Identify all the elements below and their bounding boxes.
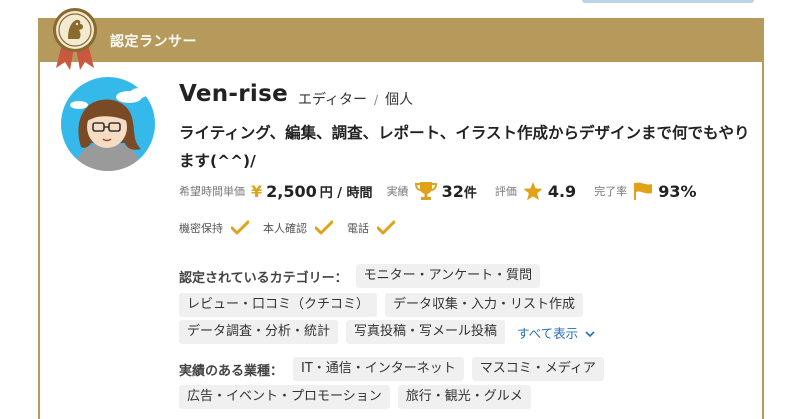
- check-label: 本人確認: [263, 222, 307, 235]
- category-tag[interactable]: データ収集・入力・リスト作成: [385, 293, 584, 317]
- check-confidentiality: 機密保持: [179, 220, 249, 236]
- rating-value: 4.9: [547, 181, 577, 201]
- completion-value: 93%: [658, 181, 697, 201]
- check-label: 電話: [347, 222, 369, 235]
- industry-tag[interactable]: 広告・イベント・プロモーション: [179, 385, 390, 409]
- category-tag[interactable]: データ調査・分析・統計: [179, 320, 339, 344]
- jobs-label: 実績: [386, 185, 409, 198]
- industry-tag[interactable]: 旅行・観光・グルメ: [397, 385, 531, 409]
- check-phone: 電話: [347, 220, 395, 236]
- jobs-unit: 件: [463, 185, 477, 201]
- category-tag[interactable]: 写真投稿・写メール投稿: [346, 320, 506, 344]
- rate-label: 希望時間単価: [179, 185, 245, 198]
- certified-badge-icon: [53, 8, 97, 70]
- industries-row-2: 広告・イベント・プロモーション 旅行・観光・グルメ: [179, 385, 539, 409]
- yen-icon: ¥: [251, 181, 263, 201]
- show-all-link[interactable]: すべて表示: [517, 323, 595, 342]
- profile-tagline: ライティング、編集、調査、レポート、イラスト作成からデザインまで何でもやります(…: [179, 124, 750, 170]
- star-icon: [523, 181, 543, 200]
- industries-row-1: 実績のある業種： IT・通信・インターネット マスコミ・メディア: [179, 357, 612, 381]
- role-separator: /: [374, 93, 379, 107]
- role-occupation: エディター: [298, 92, 368, 108]
- rate-value: 2,500: [266, 181, 317, 201]
- rate-unit: 円 / 時間: [319, 185, 373, 201]
- avatar: [61, 77, 155, 171]
- categories-row-3: データ調査・分析・統計 写真投稿・写メール投稿 すべて表示: [179, 320, 595, 344]
- check-icon: [377, 220, 395, 235]
- industry-tag[interactable]: IT・通信・インターネット: [293, 357, 464, 381]
- profile-role: エディター / 個人: [298, 89, 413, 109]
- show-all-label: すべて表示: [517, 325, 579, 341]
- industry-tag[interactable]: マスコミ・メディア: [471, 357, 604, 381]
- role-type: 個人: [385, 92, 414, 108]
- flag-icon: [634, 182, 653, 200]
- verification-row: 機密保持 本人確認 電話: [179, 220, 409, 236]
- rating-label: 評価: [494, 185, 517, 198]
- completion-label: 完了率: [594, 185, 628, 198]
- industries-label: 実績のある業種：: [179, 363, 284, 379]
- jobs-value: 32: [441, 181, 464, 201]
- categories-row-1: 認定されているカテゴリー： モニター・アンケート・質問: [179, 264, 548, 288]
- categories-row-2: レビュー・口コミ（クチコミ） データ収集・入力・リスト作成: [179, 293, 591, 317]
- category-tag[interactable]: レビュー・口コミ（クチコミ）: [179, 293, 378, 317]
- trophy-icon: [414, 182, 437, 200]
- category-tag[interactable]: モニター・アンケート・質問: [355, 264, 541, 288]
- categories-label: 認定されているカテゴリー：: [179, 270, 348, 286]
- stats-row: 希望時間単価 ¥ 2,500 円 / 時間 実績 32 件 評価 4.9 完了率…: [179, 178, 696, 204]
- check-identity: 本人確認: [263, 220, 333, 236]
- profile-name[interactable]: Ven-rise: [179, 81, 288, 107]
- chevron-down-icon: [585, 330, 595, 337]
- check-icon: [315, 220, 333, 235]
- check-label: 機密保持: [179, 222, 223, 235]
- check-icon: [231, 220, 249, 235]
- card-header: 認定ランサー: [40, 20, 762, 62]
- top-link-edge[interactable]: [582, 0, 754, 3]
- card-header-label: 認定ランサー: [110, 34, 197, 50]
